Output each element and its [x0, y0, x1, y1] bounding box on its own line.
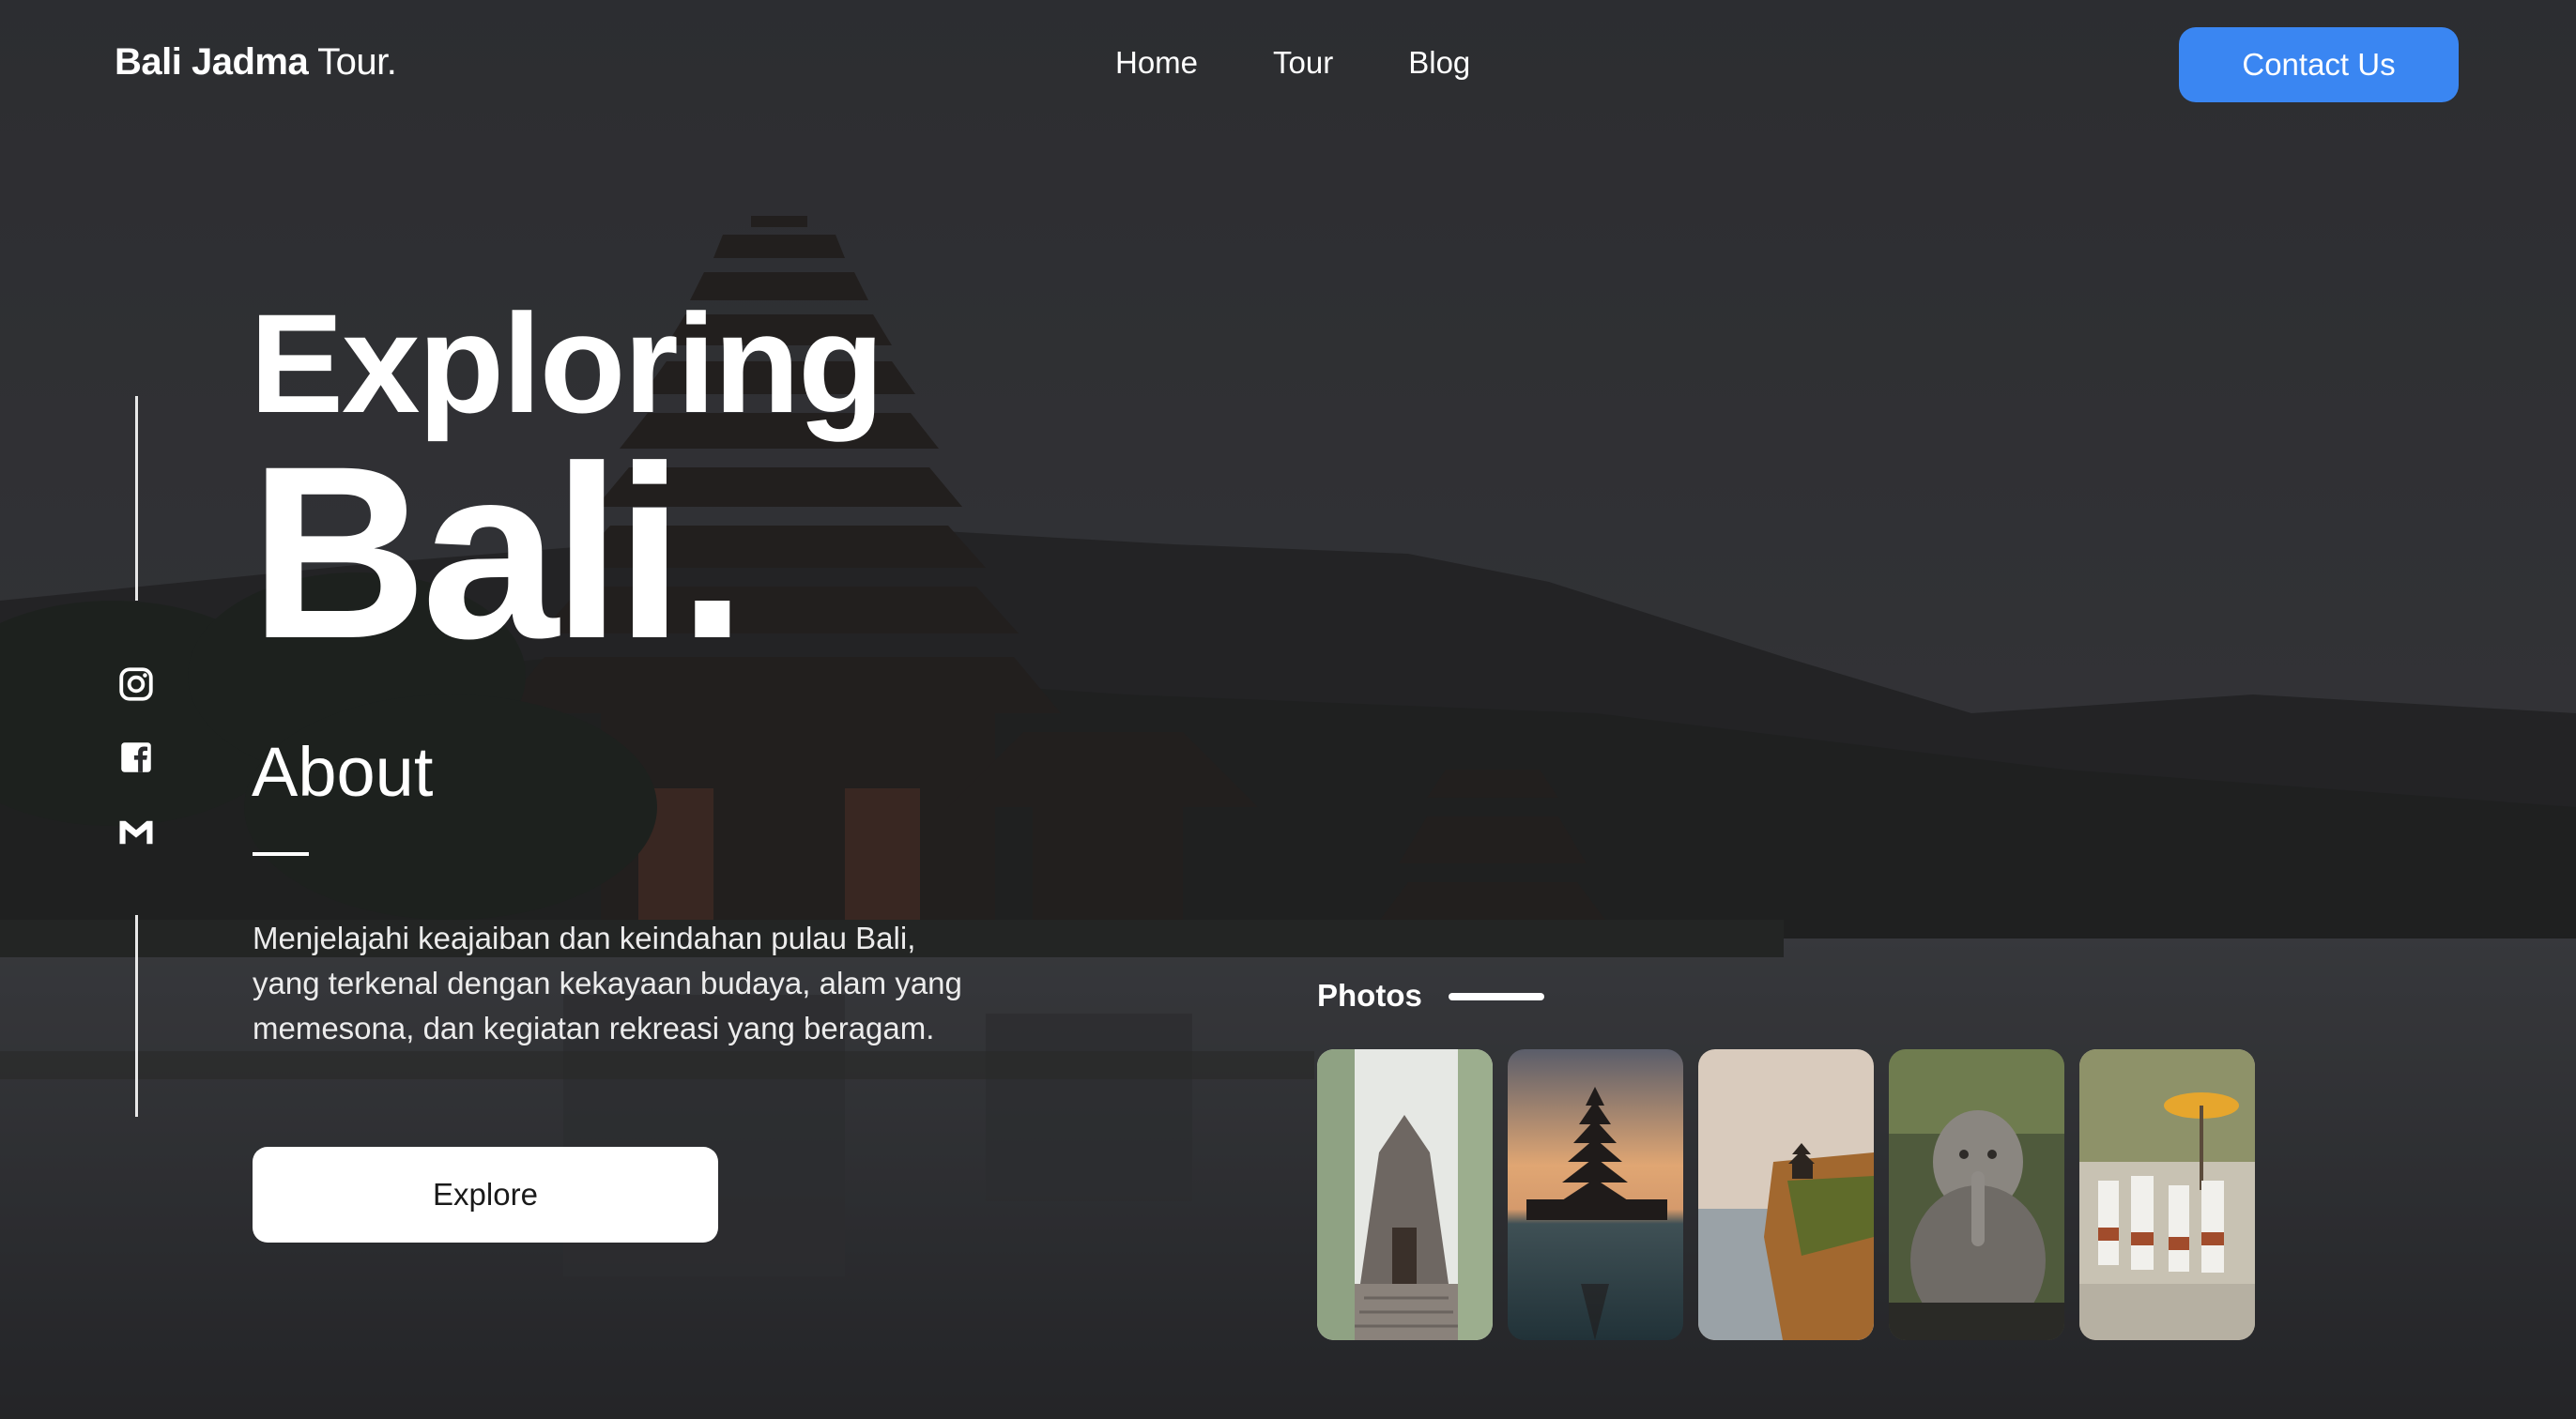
about-underline — [253, 852, 309, 856]
hero-title-line2: Bali. — [250, 415, 746, 690]
brand-bold: Bali Jadma — [115, 41, 309, 83]
photos-label: Photos — [1317, 978, 1422, 1013]
nav-blog[interactable]: Blog — [1408, 45, 1470, 81]
rail-divider-top — [135, 396, 138, 601]
main-nav: Home Tour Blog — [1115, 45, 1470, 81]
ganesha-statue-photo[interactable] — [1889, 1049, 2064, 1340]
hero-title-line1: Exploring — [250, 284, 884, 442]
about-description: Menjelajahi keajaiban dan keindahan pula… — [253, 921, 962, 1045]
photo-gallery — [1317, 1049, 2255, 1340]
water-temple-sunset-photo[interactable] — [1508, 1049, 1683, 1340]
temple-gate-photo[interactable] — [1317, 1049, 1493, 1340]
nav-tour[interactable]: Tour — [1273, 45, 1333, 81]
cliff-temple-photo[interactable] — [1698, 1049, 1874, 1340]
nav-home[interactable]: Home — [1115, 45, 1198, 81]
about-heading: About — [252, 733, 434, 811]
brand-regular: Tour. — [308, 41, 397, 83]
gmail-icon[interactable] — [116, 813, 156, 852]
ceremony-procession-photo[interactable] — [2079, 1049, 2255, 1340]
brand-logo[interactable]: Bali Jadma Tour. — [115, 41, 397, 84]
photos-underline — [1449, 993, 1544, 1000]
facebook-icon[interactable] — [116, 738, 156, 777]
explore-button[interactable]: Explore — [253, 1147, 718, 1243]
contact-us-button[interactable]: Contact Us — [2179, 27, 2459, 102]
instagram-icon[interactable] — [116, 664, 156, 704]
rail-divider-bottom — [135, 915, 138, 1117]
